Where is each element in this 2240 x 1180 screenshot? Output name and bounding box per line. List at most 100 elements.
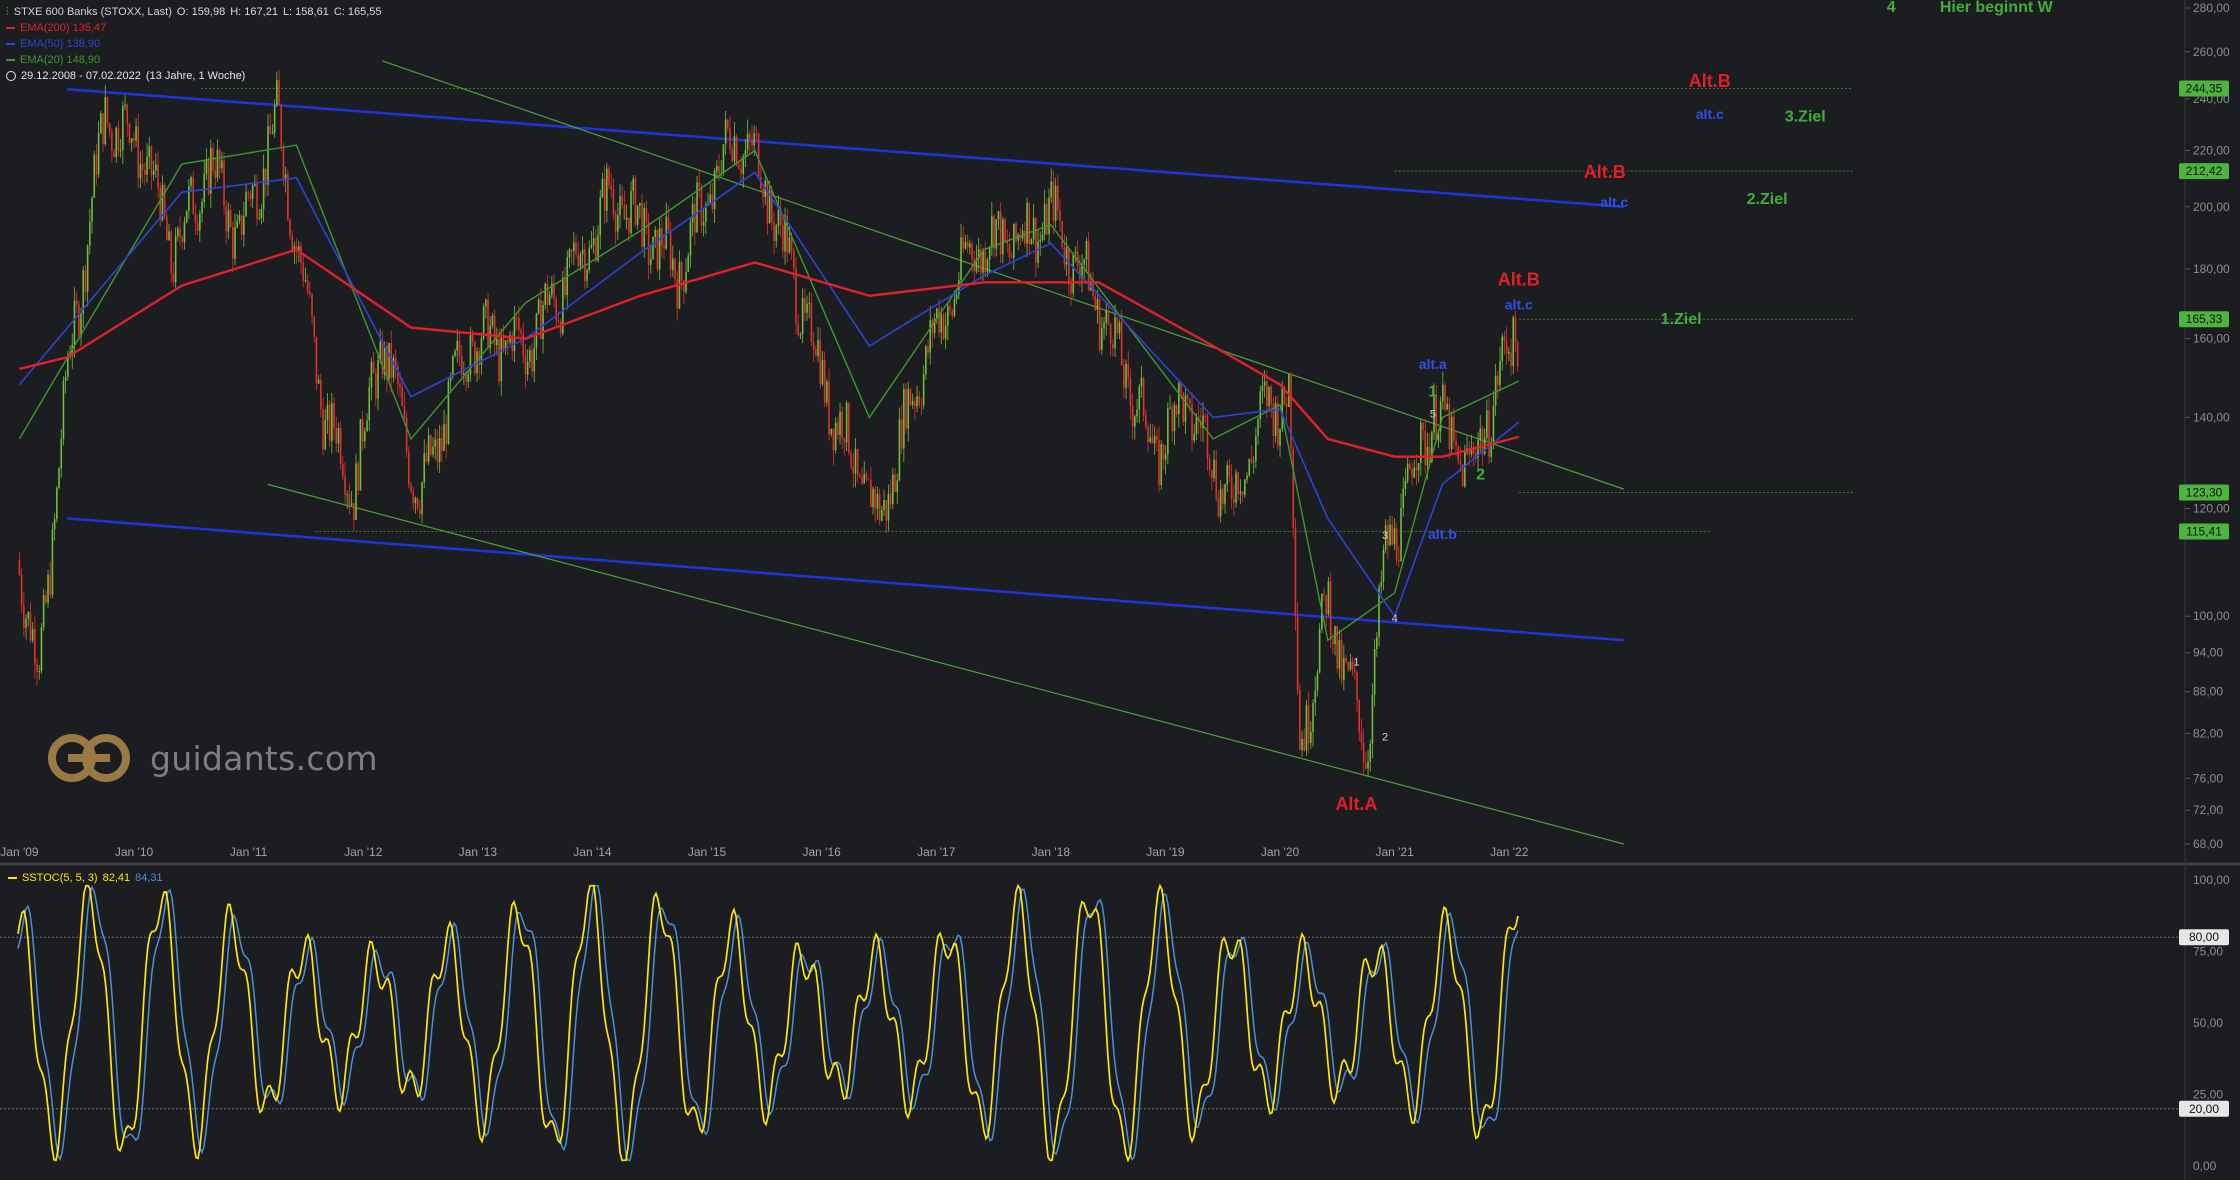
candle-body bbox=[381, 341, 384, 375]
candle-body bbox=[144, 169, 146, 175]
candle-body bbox=[1057, 185, 1059, 211]
candle-body bbox=[636, 205, 639, 225]
candle-body bbox=[179, 228, 181, 238]
candle-body bbox=[102, 113, 104, 145]
candle-body bbox=[1032, 217, 1035, 240]
candle-body bbox=[804, 297, 806, 313]
candle-body bbox=[388, 342, 390, 379]
candle-body bbox=[284, 174, 287, 179]
stoch-tick-label: 25,00 bbox=[2193, 1088, 2223, 1102]
candle-body bbox=[337, 427, 340, 444]
candle-body bbox=[1292, 448, 1295, 529]
candle-body bbox=[350, 503, 353, 506]
candle-body bbox=[1250, 459, 1253, 462]
candle-body bbox=[1184, 395, 1187, 422]
candle-body bbox=[839, 411, 841, 435]
candle-body bbox=[885, 500, 888, 521]
candle-body bbox=[267, 126, 269, 185]
candle-body bbox=[1285, 404, 1288, 407]
stoch-level-tag-label: 80,00 bbox=[2189, 930, 2219, 944]
candle-body bbox=[128, 123, 131, 143]
candle-body bbox=[639, 202, 641, 206]
candle-body bbox=[399, 383, 401, 388]
candle-body bbox=[922, 374, 925, 406]
time-tick-label: Jan '11 bbox=[230, 845, 268, 859]
candle-body bbox=[438, 437, 441, 463]
candle-body bbox=[1409, 463, 1411, 470]
candle-body bbox=[1235, 472, 1237, 503]
candle-body bbox=[984, 250, 987, 273]
stoch-swatch bbox=[8, 877, 17, 879]
candle-body bbox=[630, 191, 632, 234]
candle-body bbox=[557, 320, 560, 322]
candle-body bbox=[515, 317, 518, 319]
candle-body bbox=[1512, 317, 1515, 366]
candle-body bbox=[410, 484, 412, 492]
candle-body bbox=[1151, 437, 1154, 444]
candle-body bbox=[1046, 204, 1048, 234]
candle-body bbox=[1211, 469, 1213, 479]
candle-body bbox=[830, 428, 833, 435]
candle-body bbox=[56, 488, 58, 520]
candle-body bbox=[1345, 657, 1347, 662]
candle-body bbox=[812, 342, 815, 350]
candle-body bbox=[240, 215, 243, 235]
candle-body bbox=[850, 452, 852, 467]
candle-body bbox=[581, 249, 584, 255]
stoch-tick-label: 50,00 bbox=[2193, 1016, 2223, 1030]
price-tick-label: 140,00 bbox=[2193, 410, 2230, 424]
candle-body bbox=[1171, 407, 1174, 432]
wave-annotation: 2 bbox=[1476, 467, 1485, 484]
candle-body bbox=[1316, 672, 1319, 691]
candle-body bbox=[1134, 416, 1136, 427]
candle-body bbox=[1173, 405, 1176, 432]
candle-body bbox=[843, 438, 846, 443]
candle-body bbox=[20, 574, 23, 606]
candle-body bbox=[1114, 317, 1116, 349]
candle-body bbox=[1393, 528, 1396, 545]
candle-body bbox=[694, 204, 696, 233]
candle-body bbox=[1303, 738, 1306, 751]
candle-body bbox=[1035, 217, 1037, 263]
stoch-legend: SSTOC(5, 5, 3) 82,41 84,31 bbox=[8, 872, 163, 884]
legend-instrument-row: ⫶ STXE 600 Banks (STOXX, Last) O: 159,98… bbox=[6, 4, 382, 20]
ema200-label: EMA(200) 135,47 bbox=[20, 22, 107, 34]
candle-body bbox=[1486, 410, 1488, 438]
candle-body bbox=[771, 190, 773, 222]
candle-body bbox=[947, 306, 949, 326]
candle-body bbox=[137, 126, 140, 179]
candle-body bbox=[848, 402, 850, 453]
candle-body bbox=[1514, 317, 1517, 343]
candle-body bbox=[650, 259, 652, 265]
time-tick-label: Jan '19 bbox=[1146, 845, 1185, 859]
price-tag: 165,33 bbox=[2179, 311, 2229, 328]
candle-body bbox=[1505, 340, 1508, 354]
legend-ema50-row: EMA(50) 138,90 bbox=[6, 36, 382, 52]
candle-body bbox=[1048, 197, 1050, 234]
candle-body bbox=[1442, 384, 1444, 402]
candle-body bbox=[905, 389, 907, 429]
candle-body bbox=[718, 165, 720, 174]
candle-body bbox=[1373, 648, 1376, 695]
candle-body bbox=[870, 479, 872, 508]
candle-body bbox=[927, 346, 929, 353]
candle-body bbox=[366, 420, 368, 432]
candle-body bbox=[456, 340, 459, 351]
candle-body bbox=[526, 361, 529, 375]
candle-body bbox=[38, 671, 41, 673]
candle-body bbox=[1164, 454, 1167, 460]
candle-body bbox=[491, 315, 494, 326]
candle-body bbox=[313, 316, 316, 337]
price-chart[interactable]: 280,00260,00240,00220,00200,00180,00160,… bbox=[0, 0, 2240, 1180]
legend-range-row: 29.12.2008 - 07.02.2022 (13 Jahre, 1 Woc… bbox=[6, 68, 382, 84]
candle-body bbox=[865, 473, 868, 480]
candle-body bbox=[876, 493, 879, 509]
candle-body bbox=[1189, 398, 1191, 404]
candle-body bbox=[333, 402, 335, 428]
candle-body bbox=[966, 241, 969, 248]
candle-body bbox=[1492, 405, 1495, 445]
candle-body bbox=[262, 168, 265, 209]
candle-body bbox=[155, 164, 157, 171]
candle-body bbox=[821, 359, 824, 385]
candle-body bbox=[1446, 403, 1449, 410]
